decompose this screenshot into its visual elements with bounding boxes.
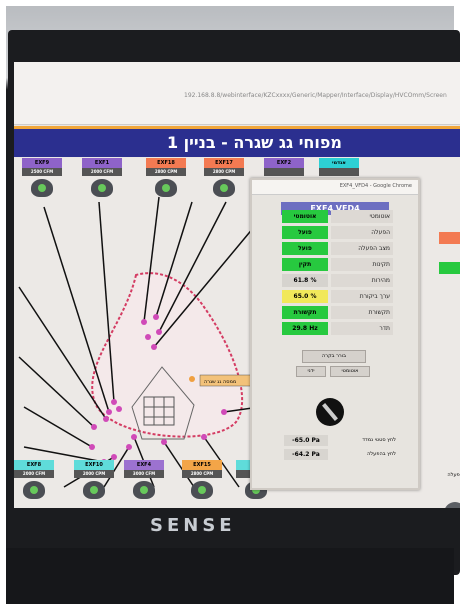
vfd-popup-window[interactable]: EXF4_VFD4 - Google Chrome EXF4 VFD4 אוטו… — [250, 178, 420, 490]
status-row: אוטומטי אוטומטי — [282, 210, 396, 224]
page-title: מפוחי גג שגרה - בניין 1 — [166, 133, 342, 152]
top-fan-0[interactable]: EXF9 2500 CFM — [22, 158, 62, 197]
floorplan-tag: ממסה גג שגרה — [204, 379, 236, 385]
top-fan-2[interactable]: EXF18 2800 CPM — [146, 158, 186, 197]
fan-label: אגדמי — [319, 158, 359, 168]
fan-label: EXF18 — [146, 158, 186, 168]
pressure-value: -64.2 Pa — [284, 449, 328, 460]
bottom-fan-2[interactable]: EXF4 3000 CFM — [124, 460, 164, 499]
fan-label: EXF10 — [74, 460, 114, 470]
status-value: 65.0 % — [282, 290, 328, 303]
browser-url-bar[interactable]: 192.168.8.8/webinterface/KZCxxxx/Generic… — [14, 62, 460, 125]
pressure-row: -65.0 Pa לחץ סטטי נמדד — [284, 435, 404, 447]
fan-airflow — [319, 168, 359, 176]
fan-icon[interactable] — [23, 481, 45, 499]
fan-airflow: 3000 CFM — [124, 470, 164, 478]
status-row: פועל מצב הפעלה — [282, 242, 396, 256]
fan-icon[interactable] — [91, 179, 113, 197]
fan-airflow: 2500 CFM — [22, 168, 62, 176]
pressure-value: -65.0 Pa — [284, 435, 328, 446]
fan-icon[interactable] — [83, 481, 105, 499]
right-panel-label: מצבי הפעלה — [447, 472, 460, 478]
status-key: תקינות — [331, 258, 393, 271]
page-header: מפוחי גג שגרה - בניין 1 — [14, 126, 460, 157]
fan-icon — [444, 502, 460, 508]
fan-icon[interactable] — [191, 481, 213, 499]
status-key: מהירות — [331, 274, 393, 287]
fan-airflow: 2000 CFM — [14, 470, 54, 478]
fan-icon[interactable] — [213, 179, 235, 197]
pressure-key: לחץ סטטי נמדד — [362, 437, 396, 443]
fan-airflow: 2000 CPM — [74, 470, 114, 478]
status-row: פועל הפעלה — [282, 226, 396, 240]
floorplan-outline — [91, 272, 244, 440]
status-key: תקשורת — [331, 306, 393, 319]
status-row: 29.8 Hz תדר — [282, 322, 396, 336]
manual-button[interactable]: ידני — [296, 366, 326, 377]
popup-window-title: EXF4_VFD4 - Google Chrome — [339, 183, 412, 189]
pressure-key: לחץ בהפעלה — [367, 451, 396, 457]
fan-label: EXF17 — [204, 158, 244, 168]
status-value: פועל — [282, 226, 328, 239]
status-row: תקין תקינות — [282, 258, 396, 272]
fan-label: EXF9 — [22, 158, 62, 168]
status-value: תקין — [282, 258, 328, 271]
status-key: אוטומטי — [331, 210, 393, 223]
monitor-stand — [6, 548, 454, 604]
status-row: 65.0 % ערך ביקורת — [282, 290, 396, 304]
pressure-row: -64.2 Pa לחץ בהפעלה — [284, 449, 404, 461]
status-key: תדר — [331, 322, 393, 335]
bottom-fan-3[interactable]: EXF15 2800 CPM — [182, 460, 222, 499]
fan-icon[interactable] — [133, 481, 155, 499]
fan-airflow: 2800 CPM — [146, 168, 186, 176]
right-panel-status — [439, 262, 460, 274]
fan-label: EXF15 — [182, 460, 222, 470]
popup-titlebar[interactable]: EXF4_VFD4 - Google Chrome — [252, 180, 418, 195]
status-row: תקשורת תקשורת — [282, 306, 396, 320]
mode-selector-button[interactable]: בורר בקרה — [302, 350, 366, 363]
status-key: מצב הפעלה — [331, 242, 393, 255]
status-key: ערך ביקורת — [331, 290, 393, 303]
right-panel: מצבי הפעלה — [439, 232, 460, 508]
bottom-fan-0[interactable]: EXF8 2000 CFM — [14, 460, 54, 499]
fan-label: EXF2 — [264, 158, 304, 168]
status-row: 61.8 % מהירות — [282, 274, 396, 288]
fan-label: EXF8 — [14, 460, 54, 470]
status-value: פועל — [282, 242, 328, 255]
auto-button[interactable]: אוטומטי — [330, 366, 370, 377]
url-text[interactable]: 192.168.8.8/webinterface/KZCxxxx/Generic… — [184, 92, 447, 99]
status-value: 61.8 % — [282, 274, 328, 287]
status-value: אוטומטי — [282, 210, 328, 223]
monitor-brand: SENSE — [150, 515, 236, 536]
bottom-fan-1[interactable]: EXF10 2000 CPM — [74, 460, 114, 499]
top-fan-1[interactable]: EXF1 2000 CFM — [82, 158, 122, 197]
top-fan-3[interactable]: EXF17 2800 CPM — [204, 158, 244, 197]
fan-label: EXF4 — [124, 460, 164, 470]
right-panel-header — [439, 232, 460, 244]
fan-icon[interactable] — [31, 179, 53, 197]
status-value: 29.8 Hz — [282, 322, 328, 335]
fan-airflow: 2800 CPM — [204, 168, 244, 176]
status-value: תקשורת — [282, 306, 328, 319]
fan-airflow: 2800 CPM — [182, 470, 222, 478]
mode-knob-icon[interactable] — [316, 398, 344, 426]
fan-icon[interactable] — [155, 179, 177, 197]
orange-sensor — [189, 376, 195, 382]
fan-label: EXF1 — [82, 158, 122, 168]
fan-airflow — [264, 168, 304, 176]
status-key: הפעלה — [331, 226, 393, 239]
fan-airflow: 2000 CFM — [82, 168, 122, 176]
